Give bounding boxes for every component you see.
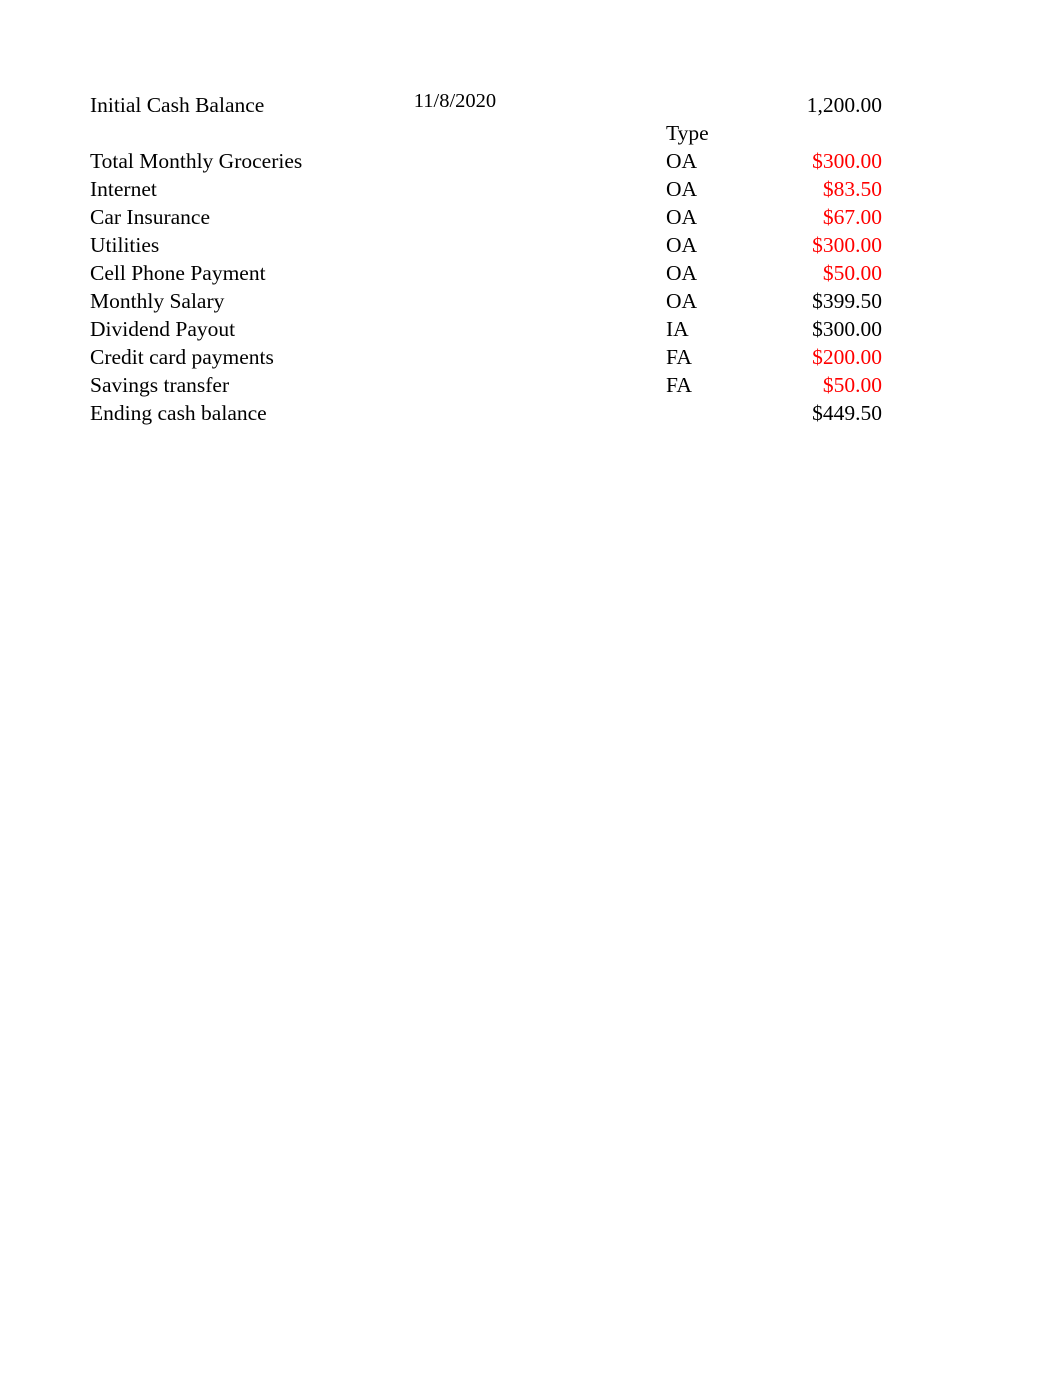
- row-amount: $300.00: [812, 233, 882, 257]
- row-amount: $50.00: [822, 261, 882, 285]
- table-row: Utilities OA $300.00: [90, 231, 882, 259]
- cash-flow-ledger: Initial Cash Balance 11/8/2020 1,200.00 …: [90, 90, 882, 427]
- spreadsheet-page: Initial Cash Balance 11/8/2020 1,200.00 …: [0, 0, 1062, 1377]
- ledger-rows: Total Monthly Groceries OA $300.00 Internet…: [90, 147, 882, 399]
- ending-cash-balance-amount: $449.50: [812, 401, 882, 425]
- row-label: Total Monthly Groceries: [90, 149, 303, 173]
- row-amount: $50.00: [822, 373, 882, 397]
- row-amount: $83.50: [822, 177, 882, 201]
- statement-date: 11/8/2020: [413, 90, 497, 112]
- row-label: Cell Phone Payment: [90, 261, 266, 285]
- table-row: Total Monthly Groceries OA $300.00: [90, 147, 882, 175]
- row-amount: $300.00: [812, 317, 882, 341]
- table-row: Internet OA $83.50: [90, 175, 882, 203]
- row-label: Car Insurance: [90, 205, 210, 229]
- ending-cash-balance-label: Ending cash balance: [90, 401, 267, 425]
- row-label: Credit card payments: [90, 345, 274, 369]
- table-row: Savings transfer FA $50.00: [90, 371, 882, 399]
- row-label: Internet: [90, 177, 157, 201]
- type-column-header: Type: [666, 121, 709, 145]
- row-amount: $300.00: [812, 149, 882, 173]
- row-amount: $399.50: [812, 289, 882, 313]
- row-label: Monthly Salary: [90, 289, 225, 313]
- ending-cash-balance-row: Ending cash balance $449.50: [90, 399, 882, 427]
- table-row: Dividend Payout IA $300.00: [90, 315, 882, 343]
- row-label: Savings transfer: [90, 373, 230, 397]
- row-label: Utilities: [90, 233, 160, 257]
- initial-cash-balance-row: Initial Cash Balance 11/8/2020 1,200.00: [90, 90, 882, 119]
- table-row: Credit card payments FA $200.00: [90, 343, 882, 371]
- initial-cash-balance-amount: 1,200.00: [806, 93, 882, 117]
- table-row: Monthly Salary OA $399.50: [90, 287, 882, 315]
- row-amount: $200.00: [812, 345, 882, 369]
- column-header-row: Type: [90, 119, 882, 147]
- initial-cash-balance-label: Initial Cash Balance: [90, 93, 265, 117]
- table-row: Car Insurance OA $67.00: [90, 203, 882, 231]
- table-row: Cell Phone Payment OA $50.00: [90, 259, 882, 287]
- row-label: Dividend Payout: [90, 317, 236, 341]
- row-amount: $67.00: [822, 205, 882, 229]
